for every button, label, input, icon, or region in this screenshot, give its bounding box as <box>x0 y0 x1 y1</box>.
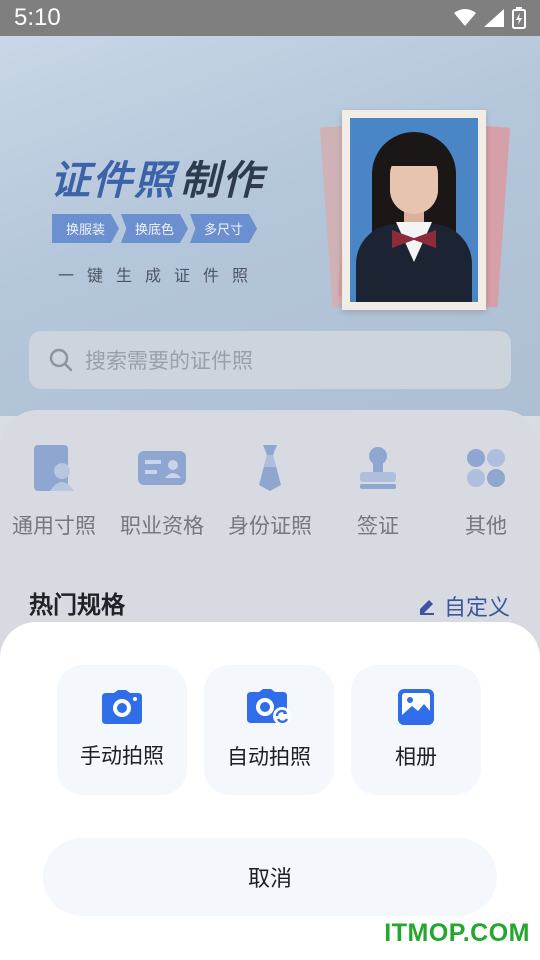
hot-specs-title: 热门规格 <box>29 591 125 619</box>
signal-icon <box>484 9 504 27</box>
stamp-icon <box>360 447 396 489</box>
banner-title: 证件照 制作 <box>50 148 264 206</box>
camera-icon <box>102 690 142 724</box>
photo-source-options: 手动拍照 自动拍照 相册 <box>57 665 481 795</box>
photo-source-sheet: 手动拍照 自动拍照 相册 取消 <box>0 622 540 960</box>
auto-photo-button[interactable]: 自动拍照 <box>204 665 334 795</box>
category-id-card[interactable]: 身份证照 <box>216 440 324 540</box>
status-bar: 5:10 <box>0 0 540 36</box>
category-row: 通用寸照 职业资格 身份证照 签证 其他 <box>0 440 540 540</box>
sample-id-photo <box>319 108 511 310</box>
category-label: 其他 <box>465 514 507 538</box>
person-card-icon <box>34 445 74 491</box>
custom-button[interactable]: 自定义 <box>418 590 510 622</box>
status-icons <box>454 7 526 29</box>
search-icon <box>49 348 73 372</box>
manual-photo-button[interactable]: 手动拍照 <box>57 665 187 795</box>
grid-icon <box>467 449 505 487</box>
auto-camera-icon <box>247 689 291 725</box>
category-label: 职业资格 <box>120 514 204 538</box>
portrait-image <box>350 118 478 302</box>
category-other[interactable]: 其他 <box>432 440 540 540</box>
banner-title-part2: 制作 <box>180 158 264 204</box>
banner-tag: 多尺寸 <box>190 214 258 243</box>
battery-icon <box>512 7 526 29</box>
id-card-icon <box>138 451 186 485</box>
edit-icon <box>419 600 434 615</box>
banner-tag: 换服装 <box>52 214 120 243</box>
category-visa[interactable]: 签证 <box>324 440 432 540</box>
banner-tags: 换服装 换底色 多尺寸 <box>52 214 258 243</box>
category-general-photo[interactable]: 通用寸照 <box>0 440 108 540</box>
custom-label: 自定义 <box>443 596 510 621</box>
banner-subtitle: 一键生成证件照 <box>58 266 262 285</box>
tie-icon <box>259 445 281 491</box>
wifi-icon <box>454 9 476 26</box>
category-professional[interactable]: 职业资格 <box>108 440 216 540</box>
category-label: 通用寸照 <box>12 514 96 538</box>
category-label: 签证 <box>357 514 399 538</box>
banner-title-part1: 证件照 <box>50 158 176 204</box>
search-input[interactable]: 搜索需要的证件照 <box>29 331 511 389</box>
search-placeholder: 搜索需要的证件照 <box>85 349 253 373</box>
status-time: 5:10 <box>14 4 61 31</box>
option-label: 自动拍照 <box>227 745 311 769</box>
option-label: 相册 <box>395 745 437 769</box>
option-label: 手动拍照 <box>80 744 164 768</box>
category-label: 身份证照 <box>228 514 312 538</box>
album-icon <box>398 689 434 725</box>
cancel-button[interactable]: 取消 <box>43 838 497 916</box>
watermark: ITMOP.COM <box>384 919 530 947</box>
album-button[interactable]: 相册 <box>351 665 481 795</box>
banner-tag: 换底色 <box>121 214 189 243</box>
